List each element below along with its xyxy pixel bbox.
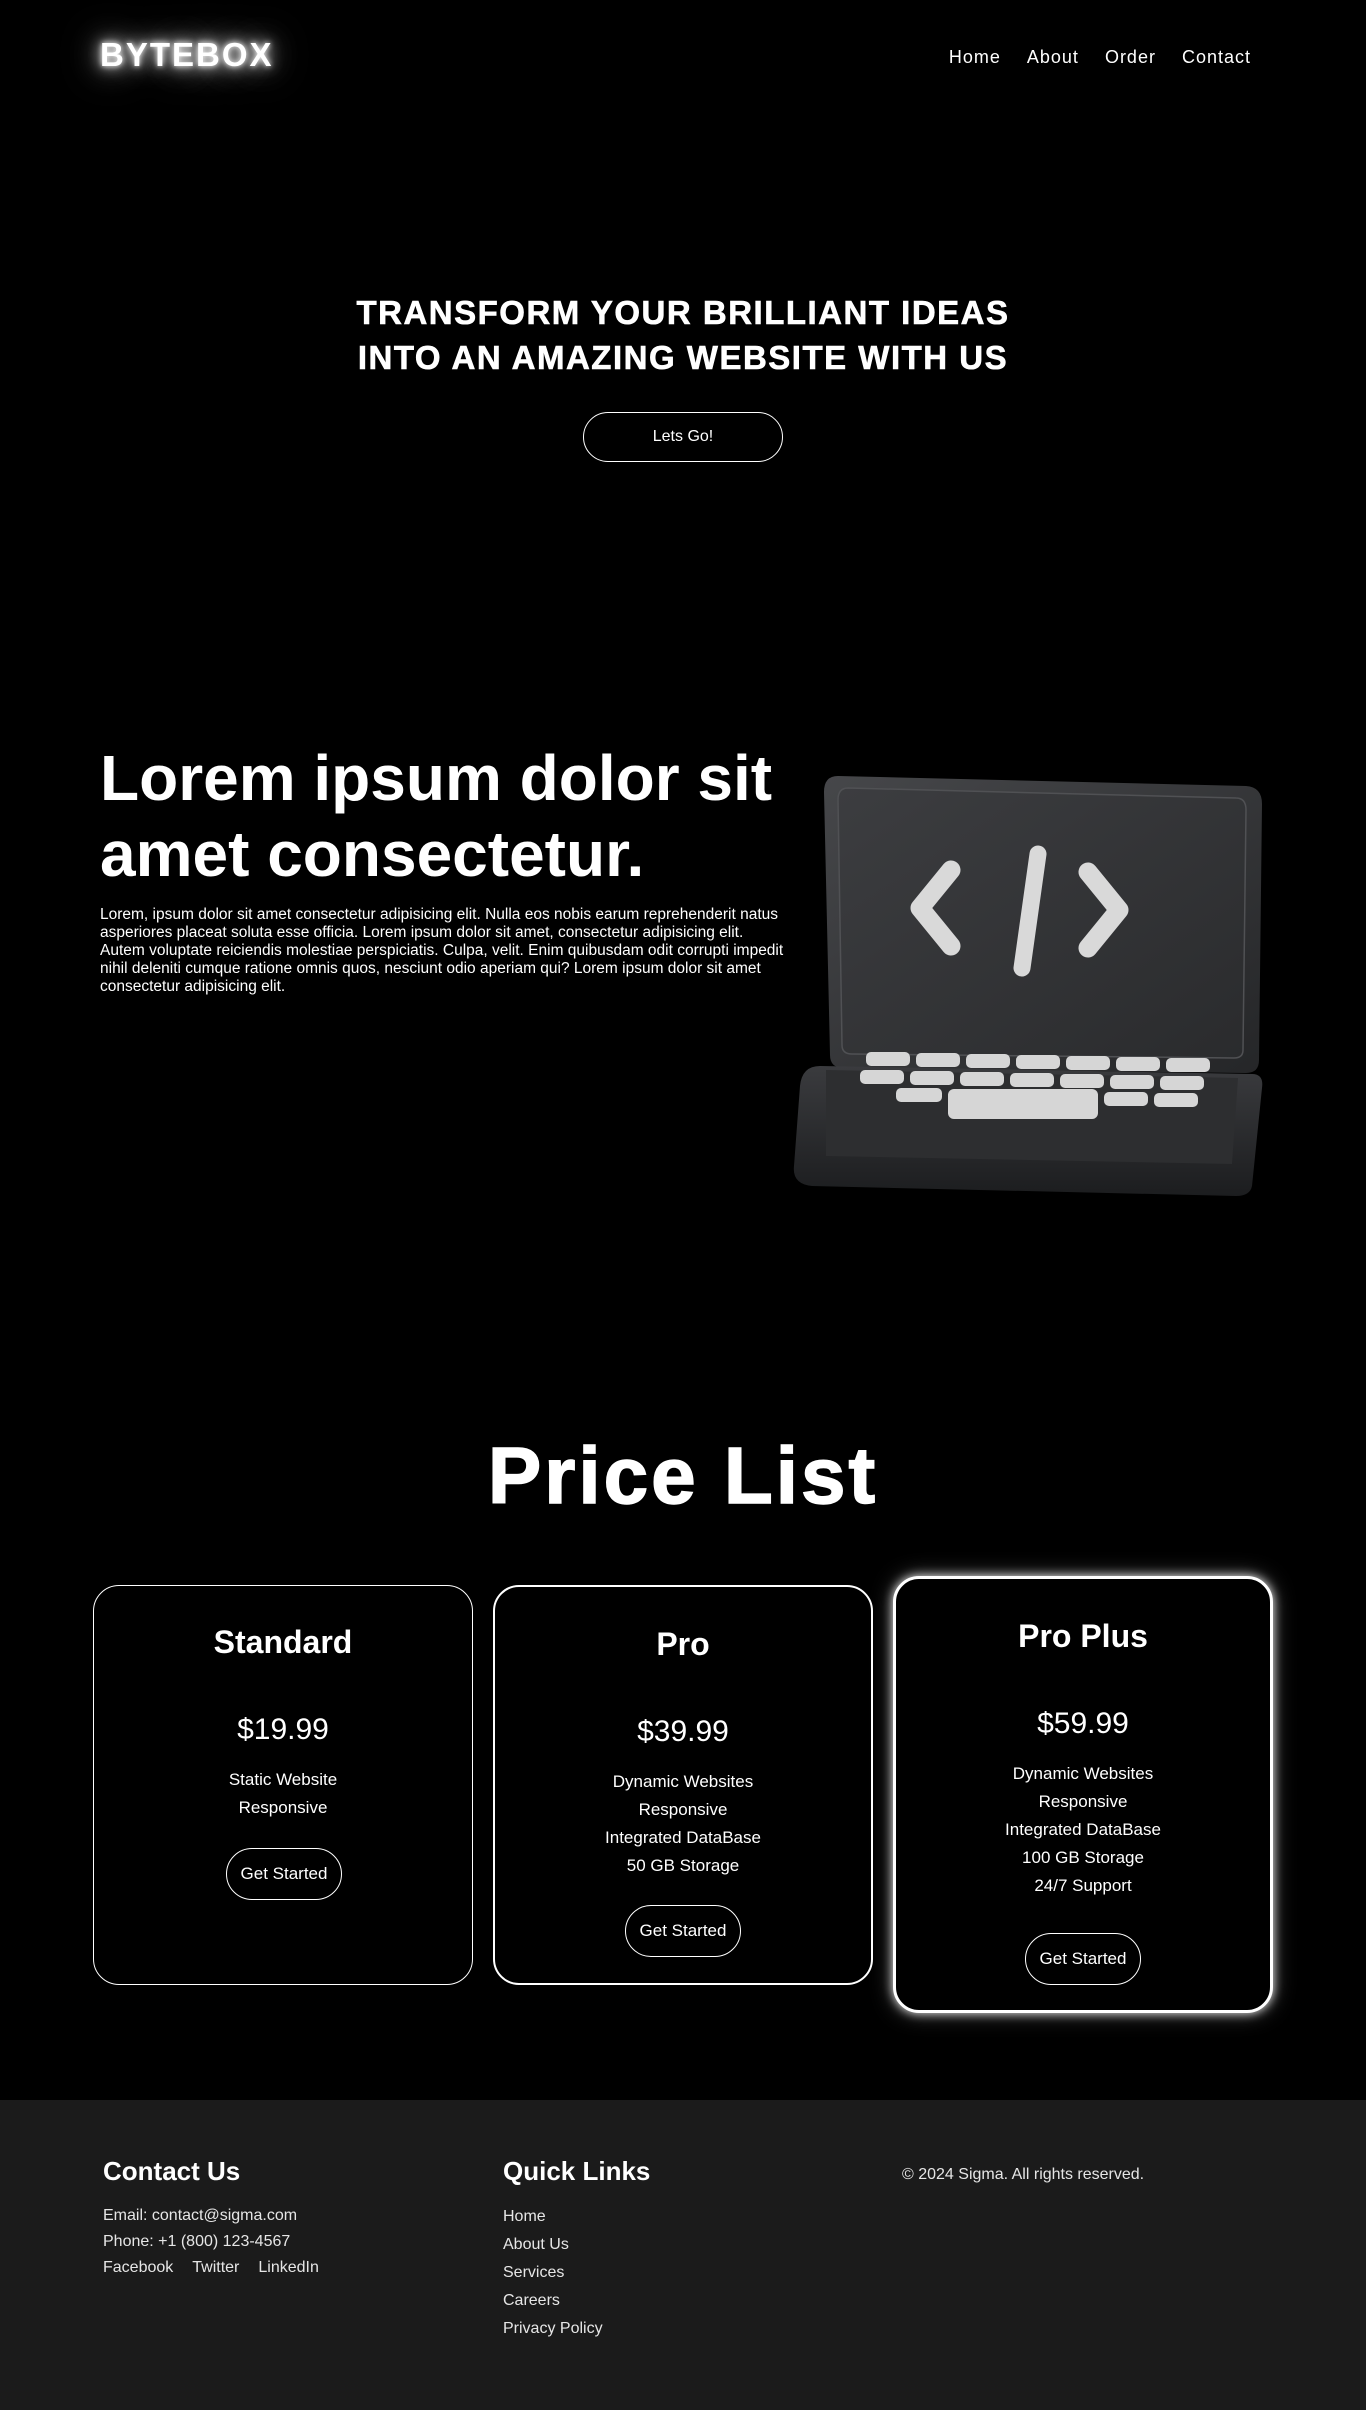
plan-name: Pro Plus [1018, 1618, 1148, 1654]
get-started-button[interactable]: Get Started [226, 1848, 342, 1900]
plan-features: Dynamic Websites Responsive Integrated D… [896, 1760, 1270, 1900]
footer-link-home[interactable]: Home [503, 2203, 650, 2231]
plan-feature: 24/7 Support [1034, 1876, 1132, 1895]
top-navbar: BYTEBOX Home About Order Contact [0, 0, 1366, 115]
plan-feature: Dynamic Websites [1012, 1764, 1154, 1783]
facebook-link[interactable]: Facebook [103, 2255, 173, 2281]
plan-feature: Dynamic Websites [612, 1772, 754, 1791]
copyright-text: © 2024 Sigma. All rights reserved. [902, 2166, 1145, 2183]
nav-about-link[interactable]: About [1027, 47, 1079, 68]
footer-phone: Phone: +1 (800) 123-4567 [103, 2233, 291, 2250]
footer-contact: Contact Us Email: contact@sigma.com Phon… [103, 2156, 319, 2281]
plan-name: Pro [656, 1626, 710, 1662]
nav-links: Home About Order Contact [949, 47, 1251, 68]
site-footer: Contact Us Email: contact@sigma.com Phon… [0, 2100, 1366, 2410]
plan-feature: 50 GB Storage [626, 1856, 740, 1875]
plan-feature: Integrated DataBase [1005, 1820, 1161, 1839]
hero-title-line1: TRANSFORM YOUR BRILLIANT IDEAS [356, 294, 1010, 332]
social-links: Facebook Twitter LinkedIn [103, 2255, 319, 2281]
footer-contact-heading: Contact Us [103, 2156, 241, 2186]
plan-price: $59.99 [1037, 1707, 1129, 1740]
footer-quick-links: Quick Links Home About Us Services Caree… [503, 2156, 650, 2343]
pricing-card-pro-plus: Pro Plus $59.99 Dynamic Websites Respons… [893, 1576, 1273, 2013]
plan-feature: Static Website [228, 1770, 338, 1789]
about-paragraph: Lorem, ipsum dolor sit amet consectetur … [100, 906, 784, 995]
pricing-card-standard: Standard $19.99 Static Website Responsiv… [93, 1585, 473, 1985]
nav-order-link[interactable]: Order [1105, 47, 1156, 68]
hero-title-line2: INTO AN AMAZING WEBSITE WITH US [357, 339, 1009, 377]
plan-features: Static Website Responsive [94, 1766, 472, 1822]
plan-feature: Responsive [1038, 1792, 1128, 1811]
plan-name: Standard [213, 1624, 353, 1660]
plan-feature: Integrated DataBase [605, 1828, 761, 1847]
brand-logo[interactable]: BYTEBOX [100, 36, 274, 74]
plan-features: Dynamic Websites Responsive Integrated D… [495, 1768, 871, 1880]
linkedin-link[interactable]: LinkedIn [258, 2255, 319, 2281]
nav-contact-link[interactable]: Contact [1182, 47, 1251, 68]
get-started-button[interactable]: Get Started [1025, 1933, 1141, 1985]
lets-go-button[interactable]: Lets Go! [583, 412, 783, 462]
plan-feature: Responsive [638, 1800, 728, 1819]
twitter-link[interactable]: Twitter [192, 2255, 239, 2281]
pricing-card-pro: Pro $39.99 Dynamic Websites Responsive I… [493, 1585, 873, 1985]
plan-feature: 100 GB Storage [1022, 1848, 1144, 1867]
about-heading: Lorem ipsum dolor sit amet consectetur. [100, 742, 773, 890]
plan-feature: Responsive [238, 1798, 328, 1817]
footer-email: Email: contact@sigma.com [103, 2207, 298, 2224]
footer-link-about-us[interactable]: About Us [503, 2231, 650, 2259]
nav-home-link[interactable]: Home [949, 47, 1001, 68]
footer-link-careers[interactable]: Careers [503, 2287, 650, 2315]
price-list-heading: Price List [487, 1430, 879, 1521]
laptop-code-icon [786, 768, 1266, 1198]
get-started-button[interactable]: Get Started [625, 1905, 741, 1957]
footer-link-privacy-policy[interactable]: Privacy Policy [503, 2315, 650, 2343]
plan-price: $39.99 [637, 1715, 729, 1748]
hero-title: TRANSFORM YOUR BRILLIANT IDEAS INTO AN A… [0, 290, 1366, 380]
plan-price: $19.99 [237, 1713, 329, 1746]
footer-quick-links-heading: Quick Links [503, 2156, 651, 2186]
footer-link-services[interactable]: Services [503, 2259, 650, 2287]
